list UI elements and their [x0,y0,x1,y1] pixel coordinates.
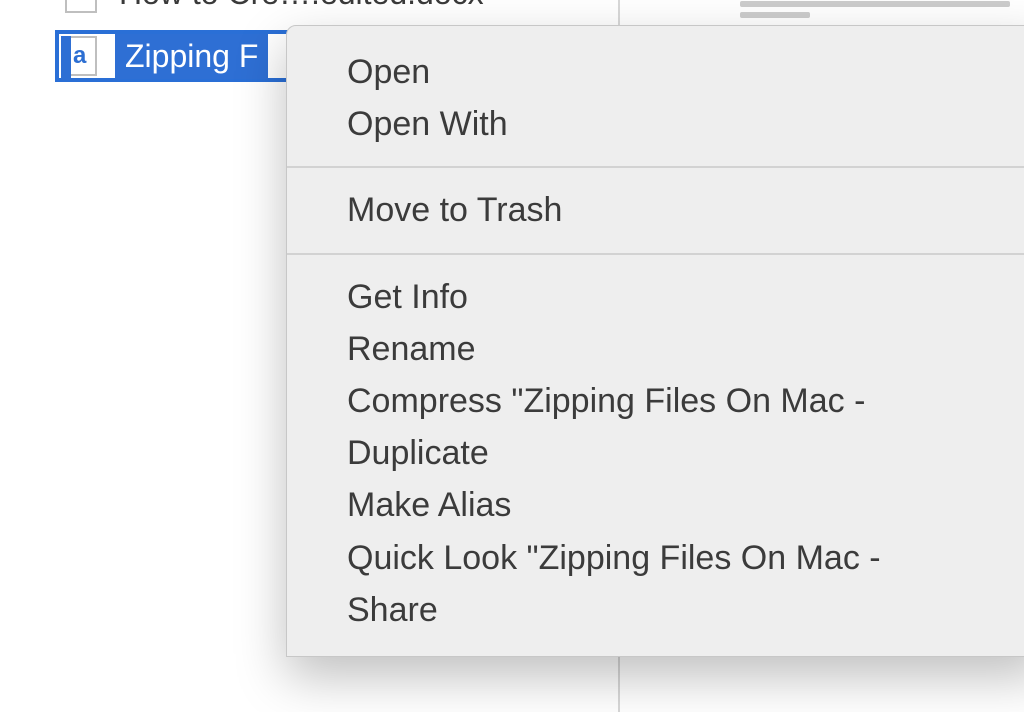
menu-item-quick-look[interactable]: Quick Look "Zipping Files On Mac - [287,532,1024,584]
menu-item-open-with[interactable]: Open With [287,98,1024,150]
file-name-label: Zipping F [115,34,268,79]
finder-window: How to Cre….edited.docx Zipping F Open O… [0,0,1024,712]
docx-file-icon [65,0,97,13]
menu-item-get-info[interactable]: Get Info [287,271,1024,323]
menu-item-duplicate[interactable]: Duplicate [287,427,1024,479]
context-menu: Open Open With Move to Trash Get Info Re… [286,25,1024,657]
menu-item-make-alias[interactable]: Make Alias [287,479,1024,531]
menu-separator [287,253,1024,255]
preview-text-line [740,1,1010,7]
menu-item-compress[interactable]: Compress "Zipping Files On Mac - [287,375,1024,427]
file-row[interactable]: How to Cre….edited.docx [0,0,618,16]
menu-item-move-to-trash[interactable]: Move to Trash [287,184,1024,236]
menu-item-share[interactable]: Share [287,584,1024,636]
docx-file-icon [65,36,97,76]
preview-text-line [740,12,810,18]
file-row-selected[interactable]: Zipping F [65,36,268,76]
menu-item-open[interactable]: Open [287,46,1024,98]
file-name-label: How to Cre….edited.docx [119,0,484,12]
menu-item-rename[interactable]: Rename [287,323,1024,375]
menu-separator [287,166,1024,168]
